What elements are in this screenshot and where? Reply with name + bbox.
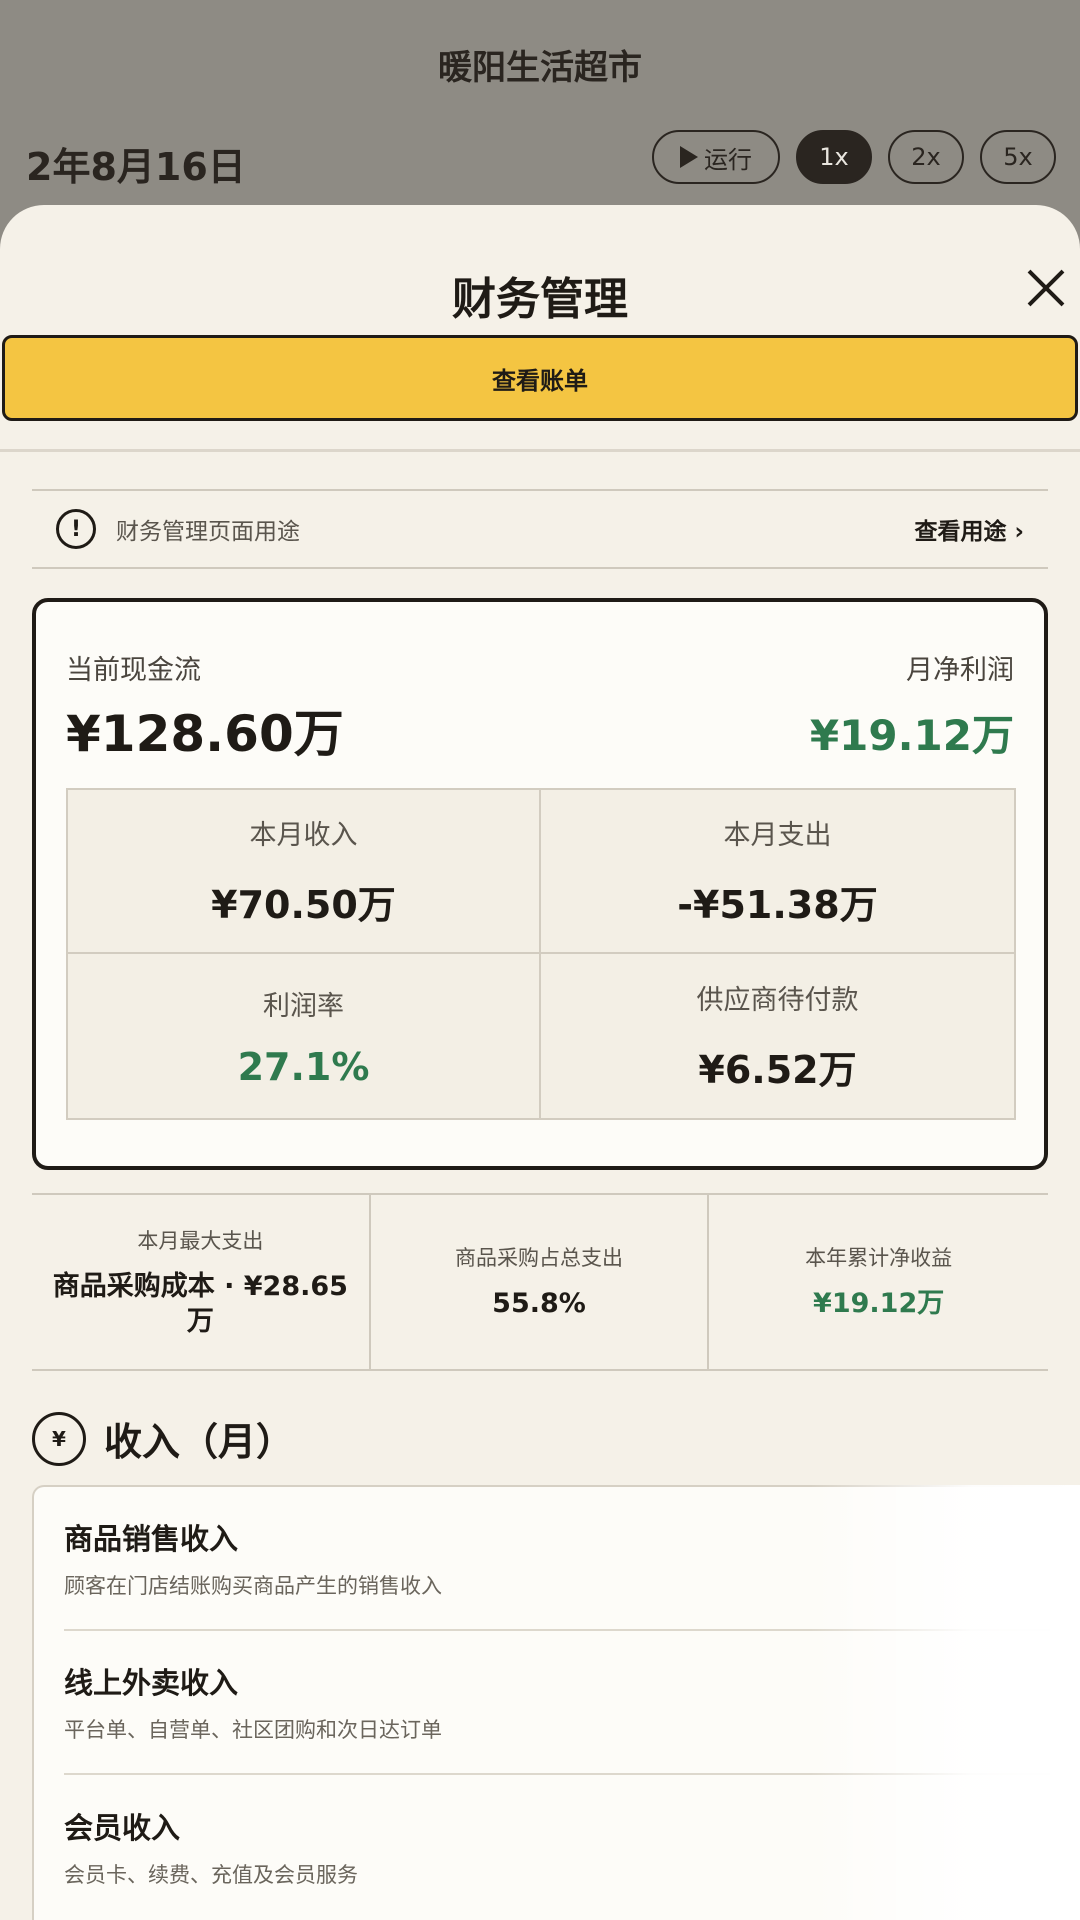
stat-label: 本月最大支出 <box>137 1228 264 1253</box>
net-profit-label: 月净利润 <box>906 655 1014 686</box>
income-list: 商品销售收入 顾客在门店结账购买商品产生的销售收入 线上外卖收入 平台单、自营单… <box>32 1485 1080 1920</box>
metric-value: ¥6.52万 <box>698 1048 857 1092</box>
close-icon[interactable] <box>1020 263 1070 313</box>
cash-flow-value: ¥128.60万 <box>66 705 344 763</box>
yen-icon: ¥ <box>32 1411 86 1466</box>
finance-sheet: 财务管理 查看账单 ! 财务管理页面用途 查看用途 › 当前现金流 ¥128.6… <box>0 205 1080 1920</box>
metrics-grid: 本月收入 ¥70.50万 本月支出 -¥51.38万 利润率 27.1% 供应商… <box>66 788 1016 1120</box>
speed-2x-button[interactable]: 2x <box>888 130 964 184</box>
income-item-desc: 平台单、自营单、社区团购和次日达订单 <box>64 1718 442 1742</box>
metric-value: -¥51.38万 <box>677 883 878 927</box>
income-item-name: 商品销售收入 <box>64 1522 239 1556</box>
list-item[interactable]: 会员收入 会员卡、续费、充值及会员服务 <box>64 1775 1050 1919</box>
purpose-text: 财务管理页面用途 <box>116 519 300 545</box>
view-purpose-link[interactable]: 查看用途 › <box>915 512 1025 546</box>
run-button[interactable]: 运行 <box>652 130 780 184</box>
income-item-desc: 顾客在门店结账购买商品产生的销售收入 <box>64 1574 442 1598</box>
metric-label: 利润率 <box>263 990 344 1022</box>
stat-value: ¥19.12万 <box>813 1288 945 1320</box>
divider <box>0 449 1080 452</box>
stat-procurement-share: 商品采购占总支出 55.8% <box>371 1195 710 1369</box>
game-date: 2年8月16日 <box>26 145 246 189</box>
list-item[interactable]: 线上外卖收入 平台单、自营单、社区团购和次日达订单 <box>64 1631 1050 1775</box>
metric-label: 本月支出 <box>723 820 832 851</box>
stat-max-expense: 本月最大支出 商品采购成本 · ¥28.65万 <box>32 1195 371 1369</box>
stat-value: 55.8% <box>492 1288 586 1320</box>
view-bill-button[interactable]: 查看账单 <box>2 335 1078 421</box>
metric-expense: 本月支出 -¥51.38万 <box>541 790 1014 954</box>
income-section-header: ¥ 收入（月） <box>32 1411 294 1466</box>
speed-1x-button[interactable]: 1x <box>796 130 872 184</box>
net-profit-value: ¥19.12万 <box>809 711 1014 760</box>
stat-label: 商品采购占总支出 <box>454 1246 623 1271</box>
metric-label: 供应商待付款 <box>696 985 859 1016</box>
metric-value: ¥70.50万 <box>211 883 396 927</box>
play-icon <box>680 146 698 168</box>
list-item[interactable]: 商品销售收入 顾客在门店结账购买商品产生的销售收入 <box>64 1487 1050 1631</box>
metric-supplier-payable: 供应商待付款 ¥6.52万 <box>541 954 1014 1118</box>
metric-income: 本月收入 ¥70.50万 <box>68 790 541 954</box>
metric-margin: 利润率 27.1% <box>68 954 541 1118</box>
metric-label: 本月收入 <box>249 820 358 851</box>
speed-controls: 运行 1x 2x 5x <box>652 130 1056 184</box>
stats-strip: 本月最大支出 商品采购成本 · ¥28.65万 商品采购占总支出 55.8% 本… <box>32 1193 1048 1371</box>
income-item-name: 线上外卖收入 <box>64 1666 239 1700</box>
income-item-desc: 会员卡、续费、充值及会员服务 <box>64 1863 358 1887</box>
summary-card: 当前现金流 ¥128.60万 月净利润 ¥19.12万 本月收入 ¥70.50万… <box>32 598 1048 1170</box>
run-label: 运行 <box>704 145 752 174</box>
income-title: 收入（月） <box>104 1420 295 1464</box>
income-item-name: 会员收入 <box>64 1811 181 1845</box>
exclamation-icon: ! <box>56 509 96 549</box>
store-title: 暖阳生活超市 <box>438 48 642 88</box>
sheet-title: 财务管理 <box>452 274 628 325</box>
purpose-row[interactable]: ! 财务管理页面用途 查看用途 › <box>32 489 1048 569</box>
stat-ytd-net: 本年累计净收益 ¥19.12万 <box>709 1195 1048 1369</box>
metric-value: 27.1% <box>237 1044 370 1089</box>
cash-flow-label: 当前现金流 <box>66 655 201 686</box>
stat-label: 本年累计净收益 <box>805 1246 953 1271</box>
speed-5x-button[interactable]: 5x <box>980 130 1056 184</box>
stat-value: 商品采购成本 · ¥28.65万 <box>52 1270 348 1337</box>
